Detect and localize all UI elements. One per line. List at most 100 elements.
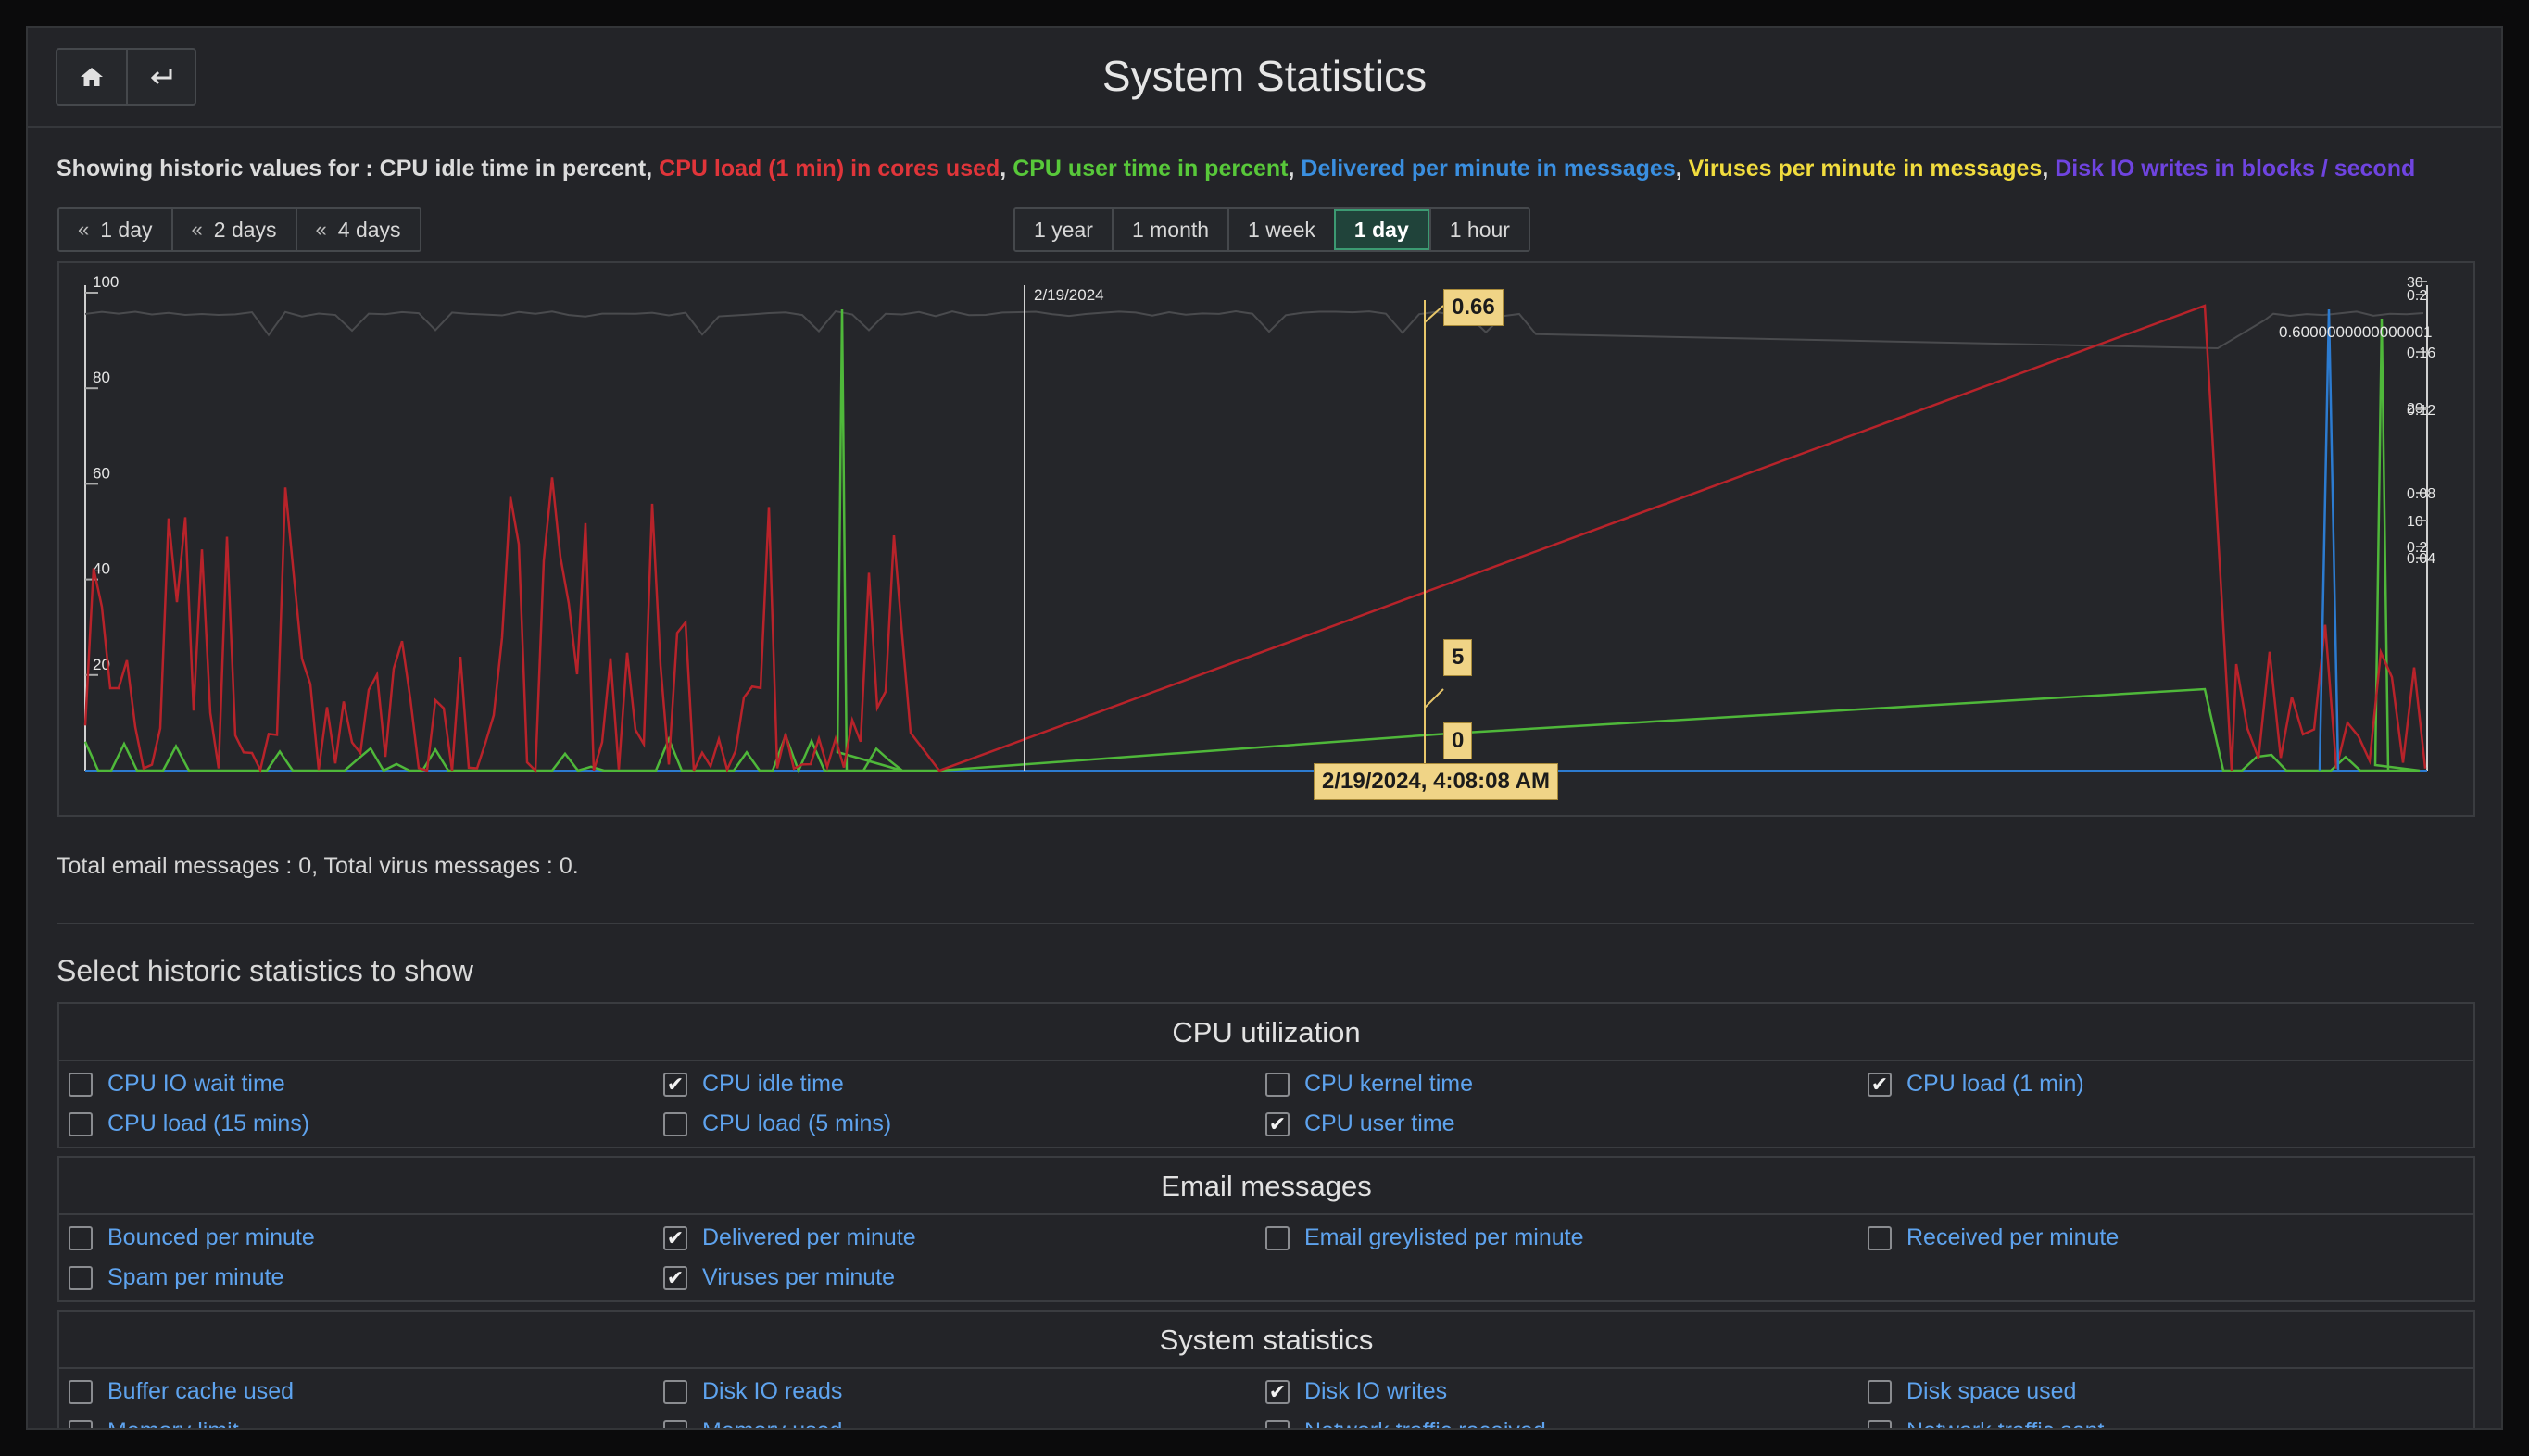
option-label[interactable]: Viruses per minute [702, 1264, 895, 1291]
checkbox[interactable]: ✔ [663, 1265, 687, 1290]
section-system-statistics: System statistics Buffer cache used Disk I… [57, 1310, 2475, 1428]
checkbox[interactable] [69, 1072, 93, 1097]
range-1-year-button[interactable]: 1 year [1015, 209, 1112, 250]
option-label[interactable]: CPU kernel time [1304, 1071, 1473, 1098]
checkbox[interactable] [1868, 1225, 1892, 1250]
legend-separator: , [1288, 156, 1302, 182]
range-1-month-button[interactable]: 1 month [1111, 209, 1228, 250]
option-memory-used[interactable]: Memory used [663, 1418, 842, 1428]
option-email-greylisted-per-minute[interactable]: Email greylisted per minute [1265, 1224, 1584, 1251]
stats-chart[interactable]: 100 80 60 40 20 30 0.2 0.16 20 0.12 0.08 10 0.2 0.04 2… [57, 261, 2475, 817]
option-label[interactable]: Disk space used [1906, 1378, 2076, 1405]
checkbox[interactable]: ✔ [663, 1225, 687, 1250]
checkbox[interactable] [69, 1111, 93, 1136]
option-label[interactable]: Buffer cache used [107, 1378, 294, 1405]
checkbox[interactable] [663, 1419, 687, 1428]
option-delivered-per-minute[interactable]: ✔ Delivered per minute [663, 1224, 916, 1251]
option-memory-limit[interactable]: Memory limit [69, 1418, 239, 1428]
option-disk-io-reads[interactable]: Disk IO reads [663, 1378, 842, 1405]
option-label[interactable]: CPU idle time [702, 1071, 844, 1098]
checkbox[interactable]: ✔ [1265, 1111, 1290, 1136]
option-cpu-user-time[interactable]: ✔ CPU user time [1265, 1111, 1455, 1137]
double-chevron-left-icon: « [78, 218, 90, 241]
right-tick-label: 0.16 [2407, 345, 2435, 361]
option-label[interactable]: Memory limit [107, 1418, 239, 1428]
checkmark-icon: ✔ [666, 1072, 685, 1096]
option-label[interactable]: Memory used [702, 1418, 842, 1428]
option-disk-space-used[interactable]: Disk space used [1868, 1378, 2076, 1405]
showing-prefix: Showing historic values for : [57, 156, 380, 182]
option-label[interactable]: Email greylisted per minute [1304, 1224, 1584, 1251]
checkbox[interactable]: ✔ [663, 1072, 687, 1097]
option-label[interactable]: CPU load (15 mins) [107, 1111, 309, 1137]
option-label[interactable]: Delivered per minute [702, 1224, 916, 1251]
right-tick-label: 0.12 [2407, 403, 2435, 419]
section-options: CPU IO wait time ✔ CPU idle time CPU kernel… [59, 1061, 2473, 1147]
range-button-group: 1 year 1 month 1 week 1 day 1 hour [1013, 207, 1530, 252]
section-options: Bounced per minute ✔ Delivered per minute E… [59, 1215, 2473, 1300]
checkbox[interactable]: ✔ [1868, 1072, 1892, 1097]
checkbox[interactable] [69, 1379, 93, 1404]
legend-series-2: CPU user time in percent [1013, 156, 1289, 182]
option-disk-io-writes[interactable]: ✔ Disk IO writes [1265, 1378, 1447, 1405]
option-cpu-kernel-time[interactable]: CPU kernel time [1265, 1071, 1473, 1098]
option-cpu-idle-time[interactable]: ✔ CPU idle time [663, 1071, 844, 1098]
option-cpu-load-15-mins[interactable]: CPU load (15 mins) [69, 1111, 309, 1137]
select-stats-heading: Select historic statistics to show [57, 954, 473, 987]
option-received-per-minute[interactable]: Received per minute [1868, 1224, 2119, 1251]
section-cpu-utilization: CPU utilization CPU IO wait time ✔ CPU idle… [57, 1002, 2475, 1148]
checkbox[interactable] [69, 1419, 93, 1428]
checkbox[interactable] [663, 1379, 687, 1404]
back-4-days-button[interactable]: «4 days [295, 209, 420, 250]
tooltip-cpu-load: 0.66 [1443, 289, 1504, 326]
checkbox[interactable] [1265, 1072, 1290, 1097]
option-cpu-load-5-mins[interactable]: CPU load (5 mins) [663, 1111, 891, 1137]
option-label[interactable]: Network traffic sent [1906, 1418, 2105, 1428]
spike-value-label: 0.6000000000000001 [2279, 323, 2432, 341]
option-label[interactable]: Bounced per minute [107, 1224, 315, 1251]
checkmark-icon: ✔ [1268, 1111, 1287, 1136]
range-1-hour-button[interactable]: 1 hour [1428, 209, 1529, 250]
back-1-day-button[interactable]: «1 day [59, 209, 171, 250]
option-label[interactable]: Disk IO reads [702, 1378, 842, 1405]
checkbox[interactable] [1265, 1419, 1290, 1428]
option-network-traffic-sent[interactable]: Network traffic sent [1868, 1418, 2105, 1428]
range-1-day-button[interactable]: 1 day [1333, 209, 1429, 250]
section-title: System statistics [59, 1312, 2473, 1369]
checkmark-icon: ✔ [666, 1265, 685, 1289]
option-buffer-cache-used[interactable]: Buffer cache used [69, 1378, 294, 1405]
option-label[interactable]: CPU load (1 min) [1906, 1071, 2084, 1098]
option-cpu-load-1-min[interactable]: ✔ CPU load (1 min) [1868, 1071, 2084, 1098]
option-label[interactable]: Disk IO writes [1304, 1378, 1447, 1405]
back-2-days-button[interactable]: «2 days [170, 209, 296, 250]
checkbox[interactable] [1868, 1379, 1892, 1404]
option-viruses-per-minute[interactable]: ✔ Viruses per minute [663, 1264, 895, 1291]
option-label[interactable]: Network traffic received [1304, 1418, 1546, 1428]
option-label[interactable]: CPU load (5 mins) [702, 1111, 891, 1137]
option-cpu-io-wait-time[interactable]: CPU IO wait time [69, 1071, 285, 1098]
chart-svg: 10080604020300.20.16200.120.08100.20.042… [83, 273, 2435, 774]
double-chevron-left-icon: « [191, 218, 203, 241]
option-label[interactable]: CPU user time [1304, 1111, 1455, 1137]
legend-series-4: Viruses per minute in messages [1688, 156, 2043, 182]
checkbox[interactable] [1265, 1225, 1290, 1250]
tooltip-connector [1424, 305, 1444, 323]
checkbox[interactable] [69, 1225, 93, 1250]
checkbox[interactable] [69, 1265, 93, 1290]
checkbox[interactable]: ✔ [1265, 1379, 1290, 1404]
option-label[interactable]: CPU IO wait time [107, 1071, 285, 1098]
legend-separator: , [1675, 156, 1689, 182]
showing-legend: Showing historic values for : CPU idle t… [57, 156, 2415, 182]
legend-separator: , [1000, 156, 1013, 182]
option-spam-per-minute[interactable]: Spam per minute [69, 1264, 283, 1291]
checkmark-icon: ✔ [666, 1225, 685, 1249]
header: System Statistics [28, 28, 2501, 128]
checkbox[interactable] [1868, 1419, 1892, 1428]
option-label[interactable]: Spam per minute [107, 1264, 283, 1291]
checkbox[interactable] [663, 1111, 687, 1136]
range-1-week-button[interactable]: 1 week [1227, 209, 1334, 250]
option-label[interactable]: Received per minute [1906, 1224, 2119, 1251]
tooltip-date: 2/19/2024, 4:08:08 AM [1314, 763, 1558, 800]
option-bounced-per-minute[interactable]: Bounced per minute [69, 1224, 315, 1251]
option-network-traffic-received[interactable]: Network traffic received [1265, 1418, 1546, 1428]
